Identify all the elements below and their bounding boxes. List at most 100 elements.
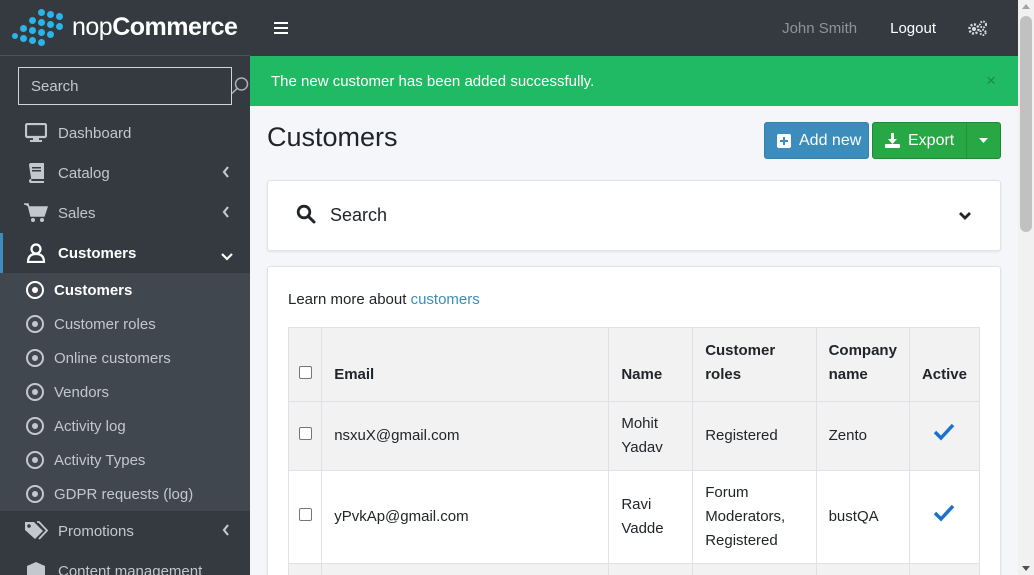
cell-name: Mohit Yadav bbox=[608, 401, 694, 471]
scrollbar-thumb[interactable] bbox=[1020, 16, 1032, 232]
circle-dot-icon bbox=[26, 383, 44, 401]
settings-gears-icon[interactable] bbox=[968, 20, 988, 36]
brand-name: nopCommerce bbox=[72, 13, 238, 41]
subnav-item-activity-log[interactable]: Activity log bbox=[0, 409, 250, 443]
sidebar-item-content-management[interactable]: Content management bbox=[0, 551, 250, 575]
alert-message: The new customer has been added successf… bbox=[271, 72, 595, 90]
table-header-row: Email Name Customer roles Company name A… bbox=[287, 327, 981, 402]
chevron-down-icon[interactable] bbox=[958, 208, 972, 225]
circle-dot-icon bbox=[26, 485, 44, 503]
cell-active bbox=[908, 563, 981, 575]
subnav-item-vendors[interactable]: Vendors bbox=[0, 375, 250, 409]
row-select-cell bbox=[287, 470, 323, 564]
circle-dot-icon bbox=[26, 451, 44, 469]
tags-icon bbox=[24, 520, 48, 542]
add-new-button[interactable]: Add new bbox=[764, 122, 869, 159]
subnav-item-online-customers[interactable]: Online customers bbox=[0, 341, 250, 375]
column-header-customer-roles[interactable]: Customer roles bbox=[692, 327, 817, 402]
sidebar-item-label: Customers bbox=[58, 244, 137, 262]
cell-active bbox=[908, 401, 981, 471]
row-checkbox[interactable] bbox=[298, 427, 312, 440]
sidebar-item-label: Dashboard bbox=[58, 124, 132, 142]
sidebar-search-input[interactable] bbox=[19, 77, 230, 95]
current-user-name[interactable]: John Smith bbox=[782, 20, 857, 37]
chevron-left-icon bbox=[222, 205, 230, 222]
subnav-item-customers[interactable]: Customers bbox=[0, 273, 250, 307]
export-label: Export bbox=[908, 131, 955, 149]
sidebar-item-catalog[interactable]: Catalog bbox=[0, 153, 250, 193]
row-select-cell bbox=[287, 563, 323, 575]
page-scrollbar[interactable] bbox=[1018, 0, 1034, 575]
subnav-item-customer-roles[interactable]: Customer roles bbox=[0, 307, 250, 341]
table-row bbox=[287, 563, 981, 575]
menu-toggle-icon[interactable] bbox=[274, 22, 288, 34]
cell-name: Ravi Vadde bbox=[608, 470, 694, 564]
sidebar-item-label: Content management bbox=[58, 562, 203, 575]
subnav-item-activity-types[interactable]: Activity Types bbox=[0, 443, 250, 477]
close-icon[interactable]: × bbox=[986, 71, 996, 91]
row-checkbox[interactable] bbox=[298, 508, 312, 521]
sidebar-item-dashboard[interactable]: Dashboard bbox=[0, 113, 250, 153]
sidebar-item-promotions[interactable]: Promotions bbox=[0, 511, 250, 551]
export-button[interactable]: Export bbox=[872, 122, 1001, 159]
sidebar-item-label: Catalog bbox=[58, 164, 110, 182]
chevron-left-icon bbox=[222, 523, 230, 540]
table-row: yPvkAp@gmail.com Ravi Vadde Forum Modera… bbox=[287, 470, 981, 564]
sidebar-item-label: Sales bbox=[58, 204, 96, 222]
subnav-item-gdpr-requests[interactable]: GDPR requests (log) bbox=[0, 477, 250, 511]
checkmark-icon bbox=[933, 423, 955, 449]
search-icon[interactable] bbox=[230, 76, 250, 96]
row-select-cell bbox=[287, 401, 323, 471]
user-icon bbox=[24, 242, 48, 264]
column-header-name[interactable]: Name bbox=[608, 327, 694, 402]
sidebar: nopCommerce Dashboard Catalog Sales bbox=[0, 0, 250, 575]
sidebar-item-label: Promotions bbox=[58, 522, 134, 540]
logout-link[interactable]: Logout bbox=[890, 20, 936, 37]
chevron-down-icon bbox=[221, 248, 233, 265]
search-icon bbox=[296, 204, 316, 228]
subnav-label: GDPR requests (log) bbox=[54, 485, 194, 503]
add-new-label: Add new bbox=[799, 131, 862, 149]
brand-logo[interactable]: nopCommerce bbox=[0, 0, 250, 56]
sidebar-item-sales[interactable]: Sales bbox=[0, 193, 250, 233]
cell-company: Zento bbox=[815, 401, 910, 471]
learn-more-link[interactable]: customers bbox=[411, 291, 480, 308]
chevron-left-icon bbox=[222, 165, 230, 182]
book-icon bbox=[24, 162, 48, 184]
customers-table: Email Name Customer roles Company name A… bbox=[287, 327, 981, 575]
circle-dot-icon bbox=[26, 315, 44, 333]
circle-dot-icon bbox=[26, 281, 44, 299]
column-header-active[interactable]: Active bbox=[908, 327, 981, 402]
cell-roles bbox=[692, 563, 817, 575]
learn-more-prefix: Learn more about bbox=[288, 291, 411, 308]
subnav-label: Activity log bbox=[54, 417, 126, 435]
sidebar-search bbox=[18, 67, 249, 105]
subnav-label: Customer roles bbox=[54, 315, 156, 333]
sidebar-item-customers[interactable]: Customers bbox=[0, 233, 250, 273]
sidebar-nav: Dashboard Catalog Sales Customers Custom… bbox=[0, 113, 250, 575]
column-header-company-name[interactable]: Company name bbox=[815, 327, 910, 402]
table-row: nsxuX@gmail.com Mohit Yadav Registered Z… bbox=[287, 401, 981, 471]
select-all-cell bbox=[287, 327, 323, 402]
page-title: Customers bbox=[267, 122, 398, 152]
success-alert: The new customer has been added successf… bbox=[250, 56, 1018, 106]
top-navbar: John Smith Logout bbox=[250, 0, 1018, 56]
scroll-up-arrow-icon[interactable] bbox=[1022, 4, 1030, 9]
subnav-label: Activity Types bbox=[54, 451, 146, 469]
scroll-down-arrow-icon[interactable] bbox=[1022, 566, 1030, 571]
cell-name bbox=[608, 563, 694, 575]
cube-icon bbox=[24, 560, 48, 575]
select-all-checkbox[interactable] bbox=[298, 366, 312, 379]
nopcommerce-logo-icon bbox=[12, 8, 64, 47]
desktop-icon bbox=[24, 122, 48, 144]
cart-icon bbox=[24, 202, 48, 224]
column-header-email[interactable]: Email bbox=[321, 327, 610, 402]
cell-company bbox=[815, 563, 910, 575]
cell-roles: Registered bbox=[692, 401, 817, 471]
search-panel[interactable]: Search bbox=[267, 180, 1001, 251]
circle-dot-icon bbox=[26, 349, 44, 367]
export-dropdown-toggle[interactable] bbox=[966, 123, 1000, 158]
customers-subnav: Customers Customer roles Online customer… bbox=[0, 273, 250, 511]
learn-more-text: Learn more about customers bbox=[288, 291, 980, 308]
search-panel-title: Search bbox=[330, 205, 388, 225]
